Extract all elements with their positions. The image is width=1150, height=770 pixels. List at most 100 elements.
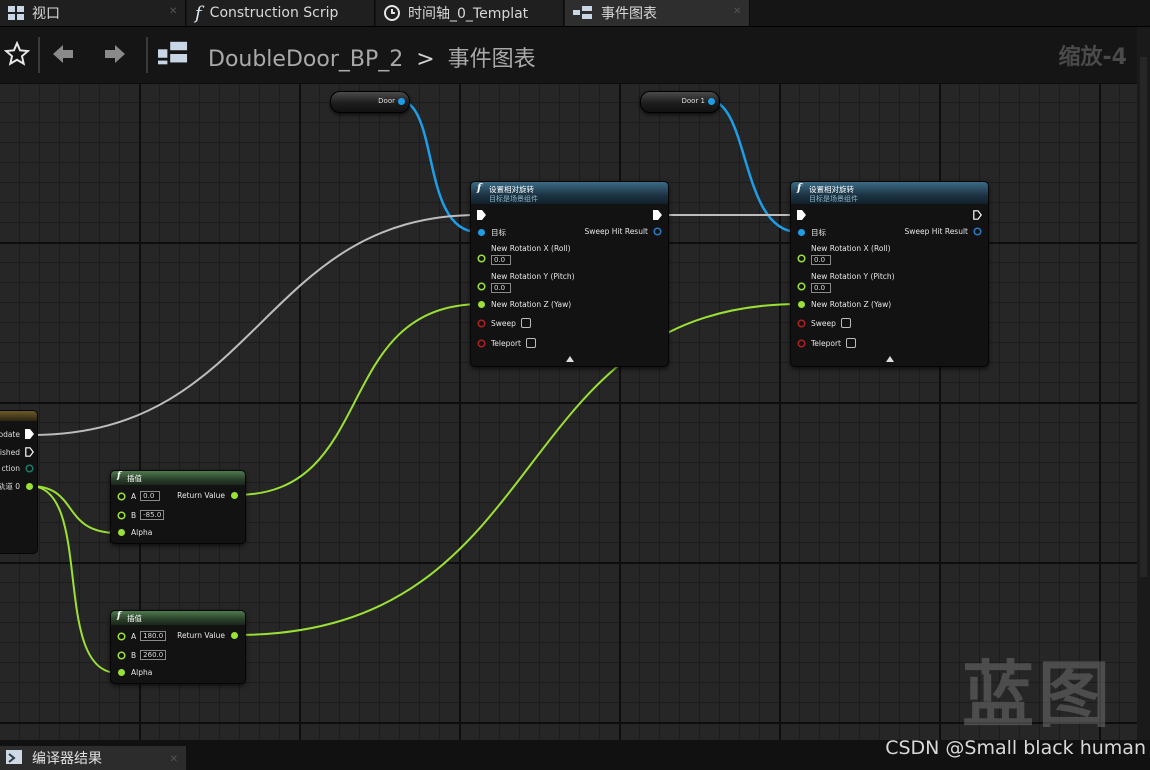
sweep-pin[interactable]: Sweep (477, 318, 531, 328)
sweep-hit-result-pin[interactable]: Sweep Hit Result (905, 227, 983, 236)
float-pin-icon (118, 669, 125, 676)
target-pin[interactable]: 目标 (477, 227, 506, 238)
close-icon[interactable]: ✕ (733, 7, 741, 17)
close-icon[interactable]: ✕ (170, 754, 178, 765)
object-pin-icon[interactable] (707, 97, 716, 106)
return-value-pin[interactable]: Return Value (177, 631, 239, 640)
rotation-y-input[interactable]: 0.0 (811, 283, 831, 293)
b-pin[interactable]: B 260.0 (117, 650, 167, 660)
alpha-pin[interactable]: Alpha (117, 528, 152, 537)
pin-label: Sweep Hit Result (904, 227, 969, 236)
rotation-x-input[interactable]: 0.0 (491, 255, 511, 265)
b-input[interactable]: 260.0 (140, 650, 167, 660)
forward-button[interactable] (100, 39, 130, 69)
tab-viewport[interactable]: 视口 ✕ (0, 0, 186, 26)
rotation-y-input[interactable]: 0.0 (491, 283, 511, 293)
object-pin-icon[interactable] (397, 97, 406, 106)
teleport-pin[interactable]: Teleport (797, 338, 856, 348)
close-icon[interactable]: ✕ (169, 7, 177, 17)
timeline-node[interactable]: pdate ished ction 轨道 0 (0, 410, 38, 554)
tab-compiler-results[interactable]: 编译器结果 ✕ (0, 746, 186, 770)
teleport-checkbox[interactable] (526, 338, 536, 348)
tab-event-graph[interactable]: 事件图表 ✕ (565, 0, 750, 26)
float-wire (235, 303, 483, 496)
lerp-node[interactable]: f 插值 A 0.0 B -85.0 Alpha Return Value (110, 470, 246, 544)
exec-in-pin[interactable] (477, 210, 486, 220)
breadcrumb-current: 事件图表 (447, 47, 536, 72)
track-pin[interactable]: 轨道 0 (0, 481, 34, 492)
return-value-pin[interactable]: Return Value (177, 491, 239, 500)
a-input[interactable]: 0.0 (140, 491, 161, 501)
getter-label: Door (378, 97, 395, 105)
rotation-z-pin[interactable]: New Rotation Z (Yaw) (477, 300, 571, 309)
object-pin-icon (478, 229, 485, 236)
viewport-icon (8, 6, 24, 20)
scrollbar-thumb[interactable] (1140, 57, 1147, 577)
tab-label: 视口 (32, 6, 60, 22)
a-input[interactable]: 180.0 (140, 631, 167, 641)
a-pin[interactable]: A 180.0 (117, 631, 167, 641)
b-input[interactable]: -85.0 (140, 510, 165, 520)
tab-construction-script[interactable]: f Construction Scrip (187, 0, 375, 26)
pin-label: Return Value (177, 631, 225, 640)
pin-label: New Rotation Z (Yaw) (491, 300, 572, 309)
pin-label: ction (1, 464, 21, 473)
bool-pin-icon (797, 338, 806, 348)
b-pin[interactable]: B -85.0 (117, 510, 165, 520)
sweep-checkbox[interactable] (840, 318, 851, 328)
blueprint-graph-canvas[interactable]: Door Door 1 f 设置相对旋转 目标是场景组件 目标 Sweep Hi… (0, 83, 1137, 740)
breadcrumb-root[interactable]: DoubleDoor_BP_2 (208, 47, 403, 72)
sweep-checkbox[interactable] (520, 318, 531, 328)
float-pin-icon (117, 631, 126, 641)
arrow-right-icon (105, 45, 125, 63)
door-1-variable-getter[interactable]: Door 1 (640, 91, 720, 113)
object-wire (707, 98, 799, 234)
exec-pin-icon (653, 210, 662, 220)
rotation-z-pin[interactable]: New Rotation Z (Yaw) (797, 300, 891, 309)
rotation-x-pin[interactable]: New Rotation X (Roll) 0.0 (797, 244, 891, 265)
exec-out-pin[interactable] (653, 210, 662, 220)
bool-pin-icon (477, 318, 486, 328)
clock-icon (384, 5, 400, 21)
set-relative-rotation-node[interactable]: f 设置相对旋转 目标是场景组件 目标 Sweep Hit Result New… (470, 181, 669, 367)
float-pin-icon (478, 301, 485, 308)
exec-pin-icon (797, 210, 806, 220)
float-pin-icon (118, 529, 125, 536)
collapse-arrow-icon[interactable] (886, 356, 894, 362)
sweep-hit-result-pin[interactable]: Sweep Hit Result (585, 227, 663, 236)
float-pin-icon (477, 282, 486, 291)
pin-label: Teleport (811, 338, 841, 348)
direction-pin[interactable]: ction (2, 464, 35, 473)
target-pin[interactable]: 目标 (797, 227, 826, 238)
breadcrumb-separator: > (416, 47, 435, 72)
node-title: 插值 (127, 474, 142, 483)
rotation-x-input[interactable]: 0.0 (811, 255, 831, 265)
tab-timeline[interactable]: 时间轴_0_Templat (376, 0, 564, 26)
alpha-pin[interactable]: Alpha (117, 668, 152, 677)
back-button[interactable] (48, 39, 78, 69)
rotation-x-pin[interactable]: New Rotation X (Roll) 0.0 (477, 244, 571, 265)
float-wire (29, 485, 119, 534)
finished-pin[interactable]: ished (0, 447, 34, 457)
function-icon: f (797, 183, 802, 194)
update-pin[interactable]: pdate (0, 429, 34, 439)
star-icon (4, 41, 30, 66)
rotation-y-pin[interactable]: New Rotation Y (Pitch) 0.0 (477, 272, 575, 293)
door-variable-getter[interactable]: Door (330, 91, 410, 113)
float-pin-icon (798, 301, 805, 308)
exec-out-pin[interactable] (973, 210, 982, 220)
set-relative-rotation-node[interactable]: f 设置相对旋转 目标是场景组件 目标 Sweep Hit Result New… (790, 181, 989, 367)
vertical-scrollbar[interactable] (1137, 27, 1150, 740)
rotation-y-pin[interactable]: New Rotation Y (Pitch) 0.0 (797, 272, 895, 293)
favorite-button[interactable] (2, 39, 32, 69)
lerp-node[interactable]: f 插值 A 180.0 B 260.0 Alpha Return Value (110, 610, 246, 684)
getter-label: Door 1 (681, 97, 705, 105)
teleport-pin[interactable]: Teleport (477, 338, 536, 348)
collapse-arrow-icon[interactable] (566, 356, 574, 362)
teleport-checkbox[interactable] (846, 338, 856, 348)
a-pin[interactable]: A 0.0 (117, 491, 161, 501)
function-icon: f (477, 183, 482, 194)
pin-label: B (131, 510, 137, 520)
sweep-pin[interactable]: Sweep (797, 318, 851, 328)
exec-in-pin[interactable] (797, 210, 806, 220)
